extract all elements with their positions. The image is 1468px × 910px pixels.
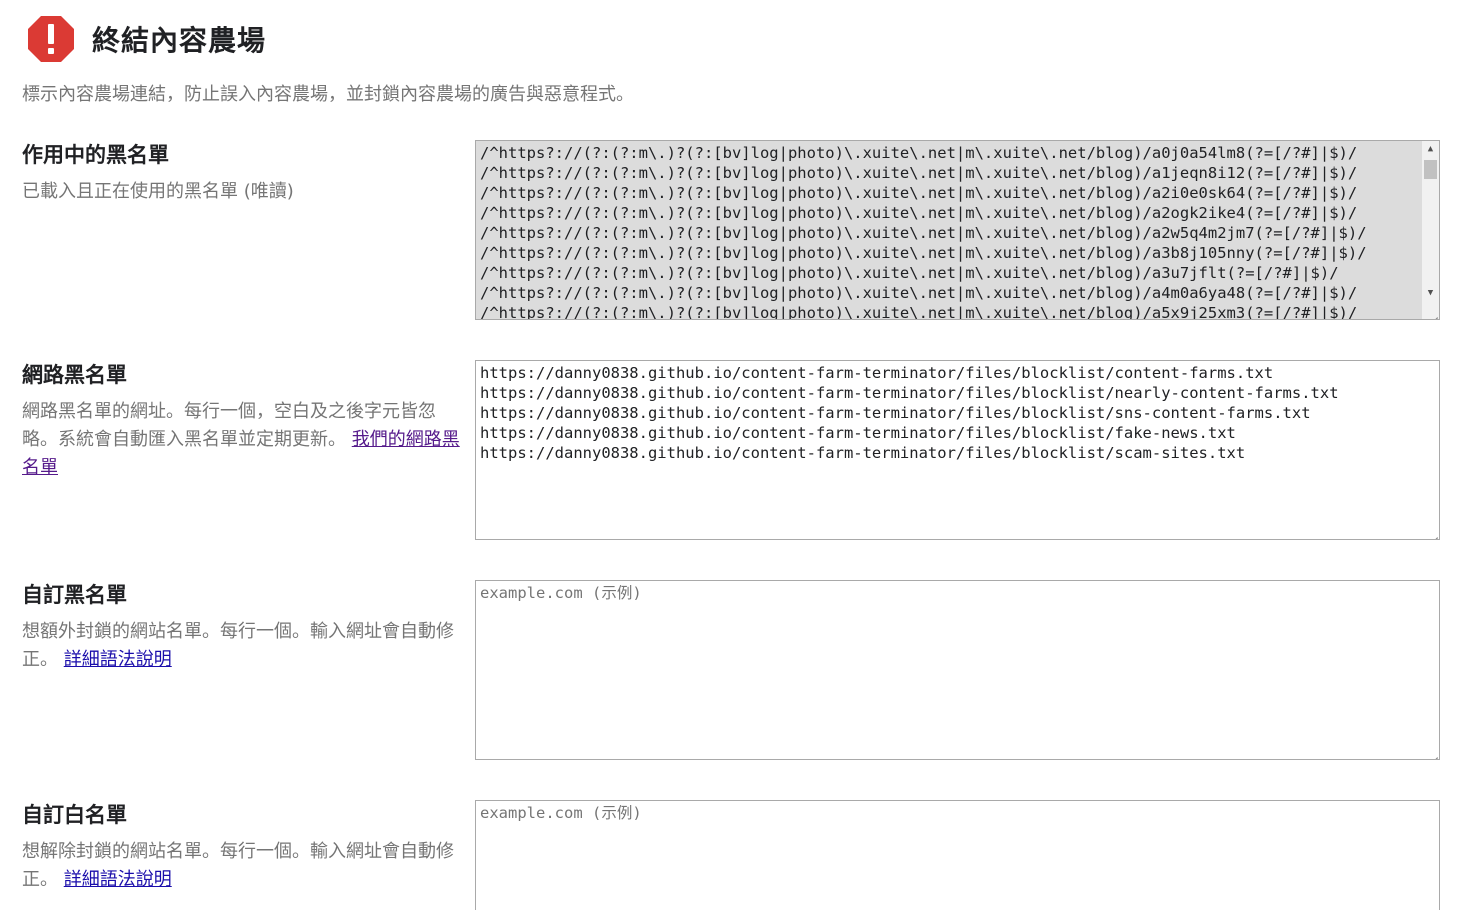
app-title: 終結內容農場 — [92, 24, 267, 57]
textarea-line: https://danny0838.github.io/content-farm… — [480, 384, 1339, 402]
custom-whitelist-title: 自訂白名單 — [22, 803, 127, 827]
syntax-help-link[interactable]: 詳細語法說明 — [64, 649, 172, 670]
active-blacklist-title: 作用中的黑名單 — [22, 143, 169, 167]
textarea-line: /^https?://(?:(?:m\.)?(?:[bv]log|photo)\… — [480, 264, 1339, 282]
textarea-line: /^https?://(?:(?:m\.)?(?:[bv]log|photo)\… — [480, 164, 1358, 182]
textarea-line: /^https?://(?:(?:m\.)?(?:[bv]log|photo)\… — [480, 304, 1358, 320]
scrollbar[interactable]: ▲ ▼ — [1422, 141, 1439, 319]
textarea-line: /^https?://(?:(?:m\.)?(?:[bv]log|photo)\… — [480, 224, 1367, 242]
textarea-line: https://danny0838.github.io/content-farm… — [480, 444, 1246, 462]
web-blacklist-description: 網路黑名單的網址。每行一個，空白及之後字元皆忽略。系統會自動匯入黑名單並定期更新… — [22, 398, 462, 482]
textarea-line: /^https?://(?:(?:m\.)?(?:[bv]log|photo)\… — [480, 284, 1358, 302]
custom-blacklist-textarea[interactable]: example.com (示例) — [475, 580, 1440, 760]
app-description: 標示內容農場連結，防止誤入內容農場，並封鎖內容農場的廣告與惡意程式。 — [22, 84, 634, 105]
textarea-line: /^https?://(?:(?:m\.)?(?:[bv]log|photo)\… — [480, 244, 1367, 262]
syntax-help-link[interactable]: 詳細語法說明 — [64, 869, 172, 890]
resize-grip-icon[interactable] — [1428, 308, 1438, 318]
web-blacklist-title: 網路黑名單 — [22, 363, 127, 387]
app-header: 終結內容農場 — [26, 14, 266, 64]
textarea-line: https://danny0838.github.io/content-farm… — [480, 364, 1274, 382]
custom-blacklist-description: 想額外封鎖的網站名單。每行一個。輸入網址會自動修正。 詳細語法說明 — [22, 618, 462, 674]
custom-whitelist-description: 想解除封鎖的網站名單。每行一個。輸入網址會自動修正。 詳細語法說明 — [22, 838, 462, 894]
scroll-down-arrow-icon[interactable]: ▼ — [1422, 285, 1439, 302]
textarea-line: /^https?://(?:(?:m\.)?(?:[bv]log|photo)\… — [480, 204, 1358, 222]
scroll-up-arrow-icon[interactable]: ▲ — [1422, 141, 1439, 158]
custom-blacklist-placeholder: example.com (示例) — [480, 584, 642, 602]
textarea-line: /^https?://(?:(?:m\.)?(?:[bv]log|photo)\… — [480, 184, 1358, 202]
active-blacklist-textarea[interactable]: /^https?://(?:(?:m\.)?(?:[bv]log|photo)\… — [475, 140, 1440, 320]
textarea-line: /^https?://(?:(?:m\.)?(?:[bv]log|photo)\… — [480, 144, 1358, 162]
custom-whitelist-placeholder: example.com (示例) — [480, 804, 642, 822]
scroll-thumb[interactable] — [1424, 160, 1437, 179]
web-blacklist-textarea[interactable]: https://danny0838.github.io/content-farm… — [475, 360, 1440, 540]
resize-grip-icon[interactable] — [1428, 528, 1438, 538]
custom-blacklist-title: 自訂黑名單 — [22, 583, 127, 607]
active-blacklist-description: 已載入且正在使用的黑名單 (唯讀) — [22, 181, 294, 202]
textarea-line: https://danny0838.github.io/content-farm… — [480, 404, 1311, 422]
alert-octagon-icon — [28, 16, 74, 62]
custom-whitelist-textarea[interactable]: example.com (示例) — [475, 800, 1440, 910]
resize-grip-icon[interactable] — [1428, 748, 1438, 758]
textarea-line: https://danny0838.github.io/content-farm… — [480, 424, 1236, 442]
